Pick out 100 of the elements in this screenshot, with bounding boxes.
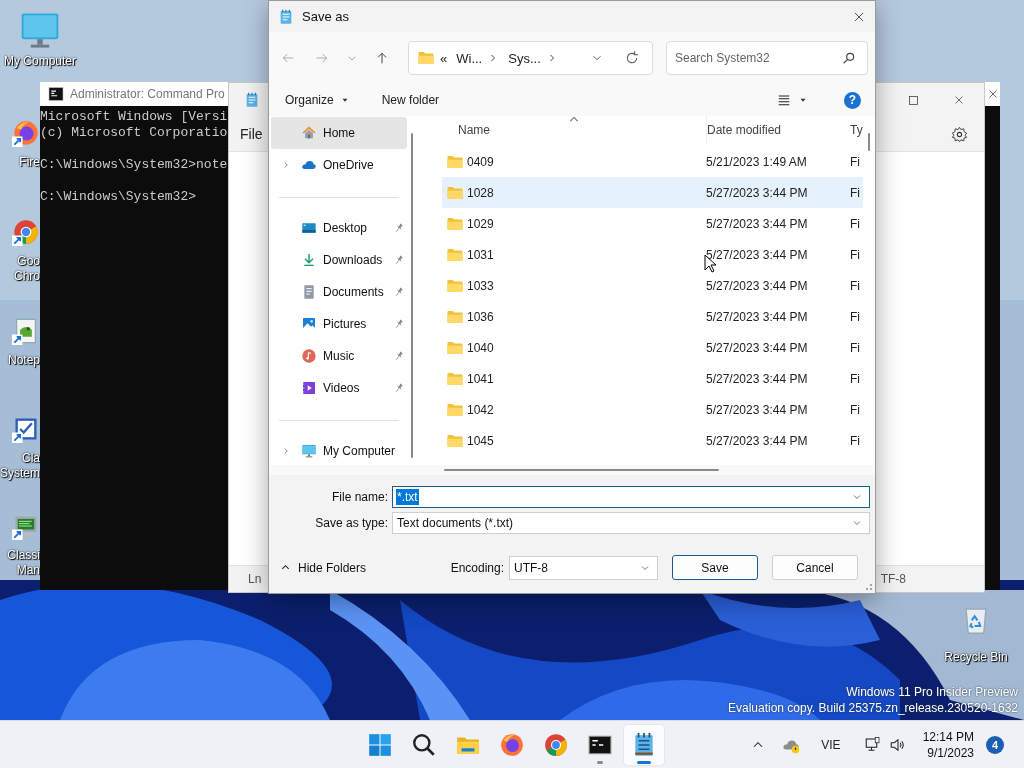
date-text: 5/27/2023 3:44 PM — [706, 340, 808, 355]
nav-item[interactable]: Documents — [271, 276, 408, 308]
type-text: Fi — [850, 247, 860, 262]
file-row[interactable]: 0409 5/21/2023 1:49 AM Fi — [442, 146, 863, 177]
nav-item[interactable]: Desktop — [271, 212, 408, 244]
home-icon — [301, 125, 317, 141]
search-field[interactable]: Search System32 — [666, 41, 868, 75]
menu-item[interactable]: File — [240, 126, 263, 142]
address-bar[interactable]: « Wi... Sys... — [408, 41, 653, 75]
window-title: Administrator: Command Pro — [70, 87, 225, 101]
column-header[interactable]: Ty — [850, 116, 863, 143]
date-text: 5/27/2023 3:44 PM — [706, 309, 808, 324]
settings-icon[interactable] — [951, 125, 968, 143]
nav-item[interactable]: Pictures — [271, 308, 408, 340]
type-text: Fi — [850, 278, 860, 293]
status-text: Ln — [248, 572, 262, 586]
cancel-button[interactable]: Cancel — [772, 555, 858, 580]
file-name: 1042 — [467, 402, 494, 417]
file-name: 1045 — [467, 433, 494, 448]
scrollbar-thumb[interactable] — [411, 133, 414, 458]
dropdown-field[interactable]: Text documents (*.txt) — [392, 512, 870, 534]
file-row[interactable]: 1045 5/27/2023 3:44 PM Fi — [442, 425, 863, 456]
notepad-icon — [244, 91, 260, 109]
nav-item[interactable]: Music — [271, 340, 408, 372]
type-text: Fi — [850, 433, 860, 448]
status-text: TF-8 — [880, 572, 906, 586]
music-note-icon — [301, 348, 317, 364]
date-text: 5/27/2023 3:44 PM — [706, 433, 808, 448]
breadcrumb[interactable]: Sys... — [508, 50, 541, 66]
download-icon — [301, 252, 317, 268]
type-text: Fi — [850, 371, 860, 386]
type-text: Fi — [850, 154, 860, 169]
type-text: Fi — [850, 340, 860, 355]
file-name: 1040 — [467, 340, 494, 355]
file-name: 1033 — [467, 278, 494, 293]
notification-badge[interactable]: 4 — [986, 735, 1004, 754]
dialog-title: Save as — [302, 9, 349, 24]
nav-item[interactable]: OneDrive — [271, 149, 408, 181]
date-text: 5/27/2023 3:44 PM — [706, 402, 808, 417]
field-label: Save as type: — [314, 516, 388, 530]
help-button[interactable]: ? — [844, 91, 861, 109]
close-icon[interactable] — [953, 94, 965, 106]
file-row[interactable]: 1033 5/27/2023 3:44 PM Fi — [442, 270, 863, 301]
chrome-icon[interactable] — [543, 731, 569, 758]
file-row[interactable]: 1036 5/27/2023 3:44 PM Fi — [442, 301, 863, 332]
list-view-icon[interactable] — [776, 93, 792, 107]
file-row[interactable]: 1028 5/27/2023 3:44 PM Fi — [442, 177, 863, 208]
file-name: 1028 — [467, 185, 494, 200]
desktop-icon — [301, 220, 317, 236]
date-text: 5/27/2023 3:44 PM — [706, 247, 808, 262]
date-text: 5/27/2023 3:44 PM — [706, 185, 808, 200]
type-text: Fi — [850, 185, 860, 200]
console-text: Microsoft Windows [Versi — [40, 109, 228, 125]
grid-icon[interactable] — [367, 731, 393, 758]
column-header[interactable]: Name — [442, 116, 706, 143]
search-icon[interactable] — [842, 51, 856, 65]
document-icon — [301, 284, 317, 300]
date-text: 5/27/2023 3:44 PM — [706, 216, 808, 231]
new-folder-button[interactable]: New folder — [375, 89, 446, 111]
video-icon — [301, 380, 317, 396]
maximize-icon — [907, 94, 919, 106]
search-icon[interactable] — [411, 731, 437, 758]
picture-icon — [301, 316, 317, 332]
nav-item[interactable]: My Computer — [271, 435, 408, 467]
firefox-icon[interactable] — [499, 731, 525, 758]
file-row[interactable]: 1029 5/27/2023 3:44 PM Fi — [442, 208, 863, 239]
field-label: Encoding: — [450, 560, 504, 575]
file-name: 1041 — [467, 371, 494, 386]
nav-item[interactable]: Home — [271, 117, 408, 149]
organize-button[interactable]: Organize — [279, 89, 356, 111]
close-icon[interactable] — [987, 88, 999, 100]
notepad-button[interactable] — [624, 724, 664, 765]
console-text: C:\Windows\System32>note — [40, 157, 228, 173]
encoding-dropdown[interactable]: UTF-8 — [509, 555, 658, 580]
hide-folders-button[interactable]: Hide Folders — [280, 560, 367, 575]
field-label: File name: — [330, 490, 388, 504]
file-row[interactable]: 1040 5/27/2023 3:44 PM Fi — [442, 332, 863, 363]
nav-item[interactable]: Videos — [271, 372, 408, 404]
column-header[interactable]: Date modified — [706, 116, 850, 143]
file-row[interactable]: 1041 5/27/2023 3:44 PM Fi — [442, 363, 863, 394]
resize-grip-icon[interactable] — [865, 583, 873, 591]
date-text: 5/27/2023 3:44 PM — [706, 278, 808, 293]
console-text: C:\Windows\System32> — [40, 189, 197, 205]
date-text: 5/21/2023 1:49 AM — [706, 154, 807, 169]
nav-item[interactable]: Downloads — [271, 244, 408, 276]
scrollbar-thumb[interactable] — [444, 469, 719, 471]
refresh-icon[interactable] — [624, 50, 640, 66]
console-text: (c) Microsoft Corporatio — [40, 125, 228, 141]
clock-button[interactable]: 12:14 PM 9/1/2023 — [922, 728, 974, 761]
scrollbar-thumb[interactable] — [867, 133, 870, 151]
dropdown-field[interactable]: *.txt — [392, 486, 870, 508]
file-row[interactable]: 1031 5/27/2023 3:44 PM Fi — [442, 239, 863, 270]
breadcrumb-overflow[interactable]: « — [440, 50, 448, 66]
file-row[interactable]: 1042 5/27/2023 3:44 PM Fi — [442, 394, 863, 425]
save-button[interactable]: Save — [672, 555, 758, 580]
language-indicator[interactable]: VIE — [821, 737, 841, 752]
breadcrumb[interactable]: Wi... — [456, 50, 483, 66]
type-text: Fi — [850, 216, 860, 231]
monitor-icon — [301, 443, 317, 459]
type-text: Fi — [850, 309, 860, 324]
